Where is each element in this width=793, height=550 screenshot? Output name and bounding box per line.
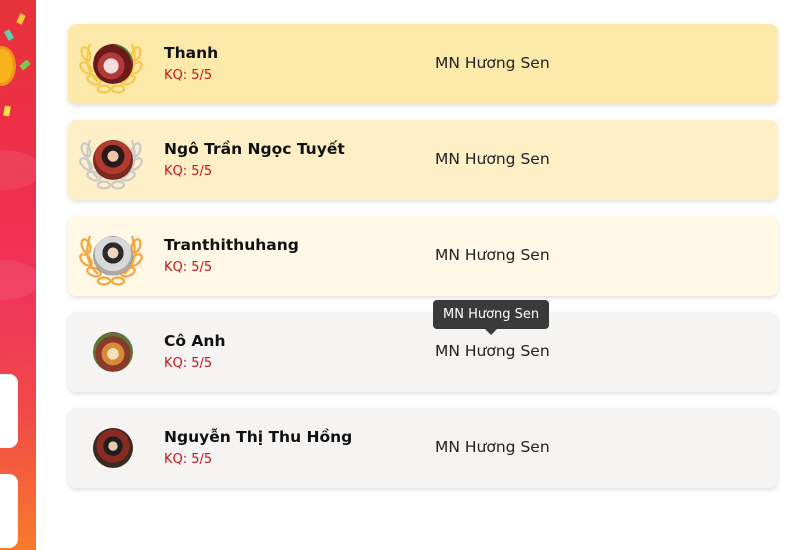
list-item[interactable]: Ngô Trần Ngọc Tuyết KQ: 5/5 MN Hương Sen — [68, 120, 778, 200]
list-item[interactable]: Nguyễn Thị Thu Hồng KQ: 5/5 MN Hương Sen — [68, 408, 778, 488]
avatar — [93, 332, 133, 372]
list-item[interactable]: Cô Anh KQ: 5/5 MN Hương Sen — [68, 312, 778, 392]
participant-school: MN Hương Sen — [435, 150, 550, 168]
list-item[interactable]: Thanh KQ: 5/5 MN Hương Sen — [68, 24, 778, 104]
coin-icon — [0, 46, 16, 86]
participant-school: MN Hương Sen — [435, 54, 550, 72]
confetti — [3, 105, 11, 117]
participant-school: MN Hương Sen — [435, 246, 550, 264]
participant-name: Thanh — [164, 44, 219, 62]
school-tooltip: MN Hương Sen — [433, 300, 550, 335]
participant-name: Tranthithuhang — [164, 236, 299, 254]
avatar — [93, 44, 133, 84]
participant-name: Ngô Trần Ngọc Tuyết — [164, 140, 345, 158]
participant-name: Cô Anh — [164, 332, 226, 350]
avatar — [93, 140, 133, 180]
banner-wave — [0, 150, 36, 190]
participant-name: Nguyễn Thị Thu Hồng — [164, 428, 353, 446]
participant-school: MN Hương Sen — [435, 438, 550, 456]
confetti — [3, 29, 15, 41]
avatar — [93, 428, 133, 468]
leaderboard-list: Thanh KQ: 5/5 MN Hương Sen Ngô Trần Ngọc… — [68, 24, 778, 504]
participant-school: MN Hương Sen — [435, 342, 550, 360]
participant-score: KQ: 5/5 — [164, 260, 213, 275]
participant-score: KQ: 5/5 — [164, 68, 213, 83]
banner-card — [0, 474, 18, 548]
promo-banner-edge — [0, 0, 36, 550]
banner-card — [0, 374, 18, 448]
participant-score: KQ: 5/5 — [164, 356, 213, 371]
list-item[interactable]: Tranthithuhang KQ: 5/5 MN Hương Sen — [68, 216, 778, 296]
participant-score: KQ: 5/5 — [164, 164, 213, 179]
avatar — [93, 236, 133, 276]
participant-score: KQ: 5/5 — [164, 452, 213, 467]
confetti — [19, 59, 31, 71]
banner-wave — [0, 260, 36, 300]
confetti — [16, 13, 26, 25]
